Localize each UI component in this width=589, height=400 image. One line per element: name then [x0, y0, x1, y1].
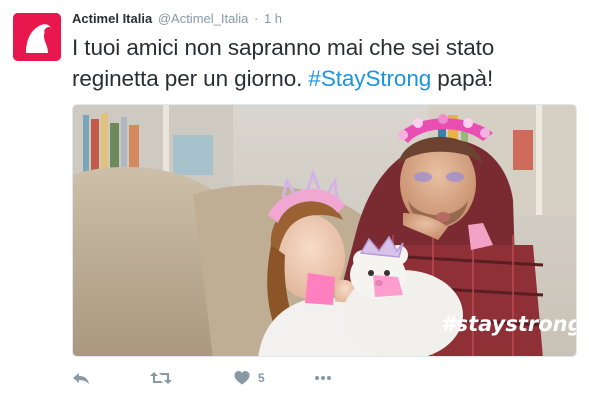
avatar[interactable] — [13, 13, 61, 61]
photo-overlay-hashtag: #staystrong — [441, 312, 577, 336]
tweet-text: I tuoi amici non sapranno mai che sei st… — [72, 32, 577, 94]
like-count: 5 — [258, 371, 265, 385]
tweet-timestamp[interactable]: 1 h — [264, 11, 282, 26]
retweet-icon — [150, 372, 172, 384]
actimel-logo-icon — [13, 13, 61, 61]
author-handle[interactable]: @Actimel_Italia — [158, 11, 249, 26]
retweet-button[interactable] — [150, 366, 172, 390]
reply-icon — [73, 373, 89, 384]
tweet[interactable]: Actimel Italia @Actimel_Italia · 1 h I t… — [0, 0, 589, 400]
hashtag-link[interactable]: #StayStrong — [308, 66, 431, 91]
more-button[interactable] — [314, 366, 332, 390]
header-separator: · — [253, 11, 259, 26]
photo-scene: #staystrong — [73, 105, 577, 356]
more-icon — [315, 376, 331, 380]
like-button[interactable]: 5 — [234, 366, 265, 390]
author-name[interactable]: Actimel Italia — [72, 11, 152, 26]
tweet-photo[interactable]: #staystrong — [72, 104, 577, 357]
tweet-text-end: papà! — [431, 66, 494, 91]
tweet-actions: 5 — [72, 366, 577, 390]
tweet-header: Actimel Italia @Actimel_Italia · 1 h — [72, 11, 282, 29]
reply-button[interactable] — [72, 366, 90, 390]
heart-icon — [234, 371, 250, 385]
